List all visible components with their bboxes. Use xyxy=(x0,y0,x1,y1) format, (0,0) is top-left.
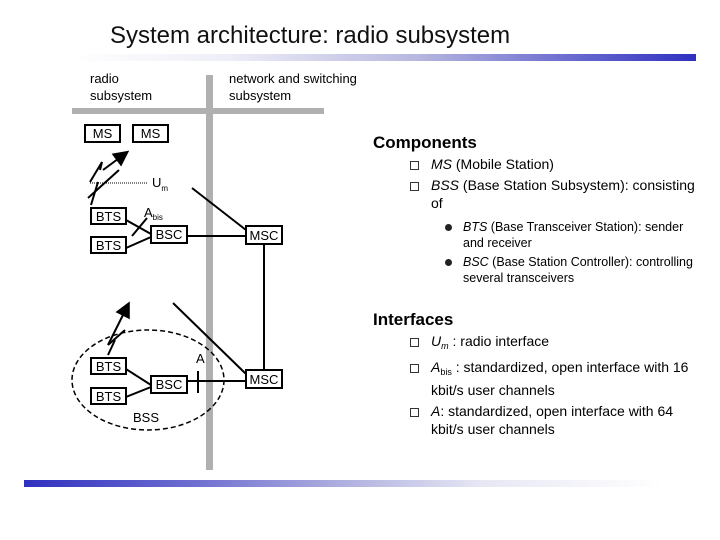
components-heading: Components xyxy=(373,133,477,152)
interfaces-heading: Interfaces xyxy=(373,310,454,329)
interface-item-a: A: standardized, open interface with 64 … xyxy=(408,402,708,438)
interface-term: U xyxy=(431,333,442,349)
svg-text:BTS: BTS xyxy=(96,389,122,404)
components-list: MS (Mobile Station) BSS (Base Station Su… xyxy=(408,155,708,212)
round-bullet-icon xyxy=(445,224,452,231)
network-subsystem-label-2: subsystem xyxy=(229,88,291,103)
checkbox-bullet-icon xyxy=(410,161,419,170)
ms-node-2: MS xyxy=(132,124,169,143)
svg-text:BSC: BSC xyxy=(156,227,183,242)
interface-term: A xyxy=(431,403,441,419)
abis-tick xyxy=(131,217,148,237)
interface-term-subscript: bis xyxy=(440,367,452,377)
checkbox-bullet-icon xyxy=(410,182,419,191)
component-desc: (Base Station Subsystem): consisting of xyxy=(431,177,695,211)
msc-node-upper: MSC xyxy=(245,225,283,245)
svg-text:BSC: BSC xyxy=(156,377,183,392)
radio-link-lower xyxy=(107,301,130,356)
subcomponent-term: BSC xyxy=(463,255,489,269)
link-msc-upper-diagonal xyxy=(191,187,247,231)
um-label: Um xyxy=(152,175,168,193)
bts-node-lower-2: BTS xyxy=(90,387,127,405)
svg-text:BTS: BTS xyxy=(96,238,122,253)
interface-desc: : standardized, open interface with 16 k… xyxy=(431,359,689,398)
link-bts2-bsc-lower xyxy=(125,386,152,398)
component-desc: (Mobile Station) xyxy=(452,156,554,172)
svg-text:BTS: BTS xyxy=(96,209,122,224)
radio-subsystem-label-2: subsystem xyxy=(90,88,152,103)
network-subsystem-label: network and switching xyxy=(229,71,357,86)
subcomponent-desc: (Base Station Controller): controlling s… xyxy=(463,255,693,285)
subcomponent-item-bsc: BSC (Base Station Controller): controlli… xyxy=(445,254,695,286)
ms-node-1: MS xyxy=(84,124,121,143)
bsc-node-upper: BSC xyxy=(150,225,188,244)
interface-term: A xyxy=(431,359,441,375)
footer-gradient-bar xyxy=(24,480,664,487)
a-interface-label: A xyxy=(196,351,205,366)
checkbox-bullet-icon xyxy=(410,408,419,417)
interfaces-list: Um : radio interface Abis : standardized… xyxy=(408,332,708,438)
subcomponent-term: BTS xyxy=(463,220,488,234)
component-item-ms: MS (Mobile Station) xyxy=(408,155,708,173)
bts-node-lower-1: BTS xyxy=(90,357,127,375)
subcomponent-desc: (Base Transceiver Station): sender and r… xyxy=(463,220,684,250)
bsc-node-lower: BSC xyxy=(150,375,188,394)
bts-node-upper-1: BTS xyxy=(90,207,127,225)
subcomponent-item-bts: BTS (Base Transceiver Station): sender a… xyxy=(445,219,695,251)
svg-text:MSC: MSC xyxy=(250,228,279,243)
checkbox-bullet-icon xyxy=(410,338,419,347)
svg-text:BTS: BTS xyxy=(96,359,122,374)
subsystem-divider-horizontal xyxy=(72,108,324,114)
link-bts2-bsc-upper xyxy=(125,236,152,249)
radio-link-upper xyxy=(87,150,130,206)
interface-desc: : standardized, open interface with 64 k… xyxy=(431,403,674,437)
round-bullet-icon xyxy=(445,259,452,266)
interface-item-um: Um : radio interface xyxy=(408,332,708,355)
svg-text:MS: MS xyxy=(141,126,161,141)
checkbox-bullet-icon xyxy=(410,364,419,373)
component-term: BSS xyxy=(431,177,460,193)
svg-text:MSC: MSC xyxy=(250,372,279,387)
interface-desc: : radio interface xyxy=(448,333,550,349)
svg-text:MS: MS xyxy=(93,126,113,141)
component-item-bss: BSS (Base Station Subsystem): consisting… xyxy=(408,176,708,212)
radio-subsystem-label: radio xyxy=(90,71,119,86)
msc-node-lower: MSC xyxy=(245,369,283,389)
bss-subcomponents-list: BTS (Base Transceiver Station): sender a… xyxy=(445,219,695,286)
component-term: MS xyxy=(431,156,452,172)
interface-term-subscript: m xyxy=(441,341,449,351)
interface-item-abis: Abis : standardized, open interface with… xyxy=(408,358,708,399)
abis-label: Abis xyxy=(144,205,163,222)
bss-label: BSS xyxy=(133,410,159,425)
link-bts1-bsc-lower xyxy=(125,368,152,386)
bts-node-upper-2: BTS xyxy=(90,236,127,254)
